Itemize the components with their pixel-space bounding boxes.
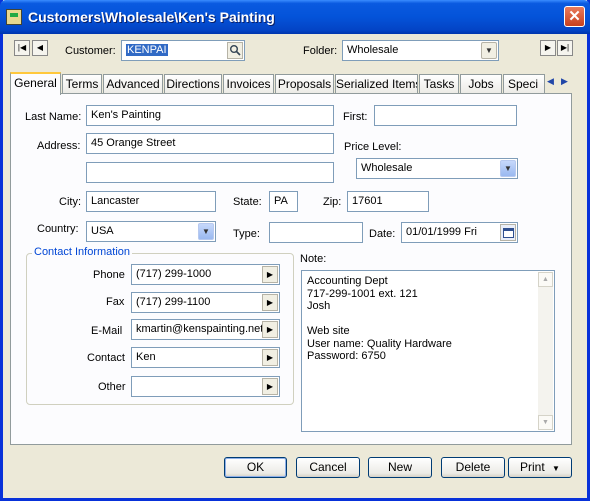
- price-level-value: Wholesale: [361, 162, 413, 174]
- tab-general[interactable]: General: [10, 72, 61, 95]
- country-value: USA: [91, 225, 114, 237]
- phone-field[interactable]: (717) 299-1000 ▶: [131, 264, 280, 285]
- tab-scroll-right-icon[interactable]: ▶: [558, 74, 571, 88]
- type-label: Type:: [233, 228, 260, 240]
- close-button[interactable]: ✕: [564, 6, 585, 27]
- delete-button[interactable]: Delete: [441, 457, 505, 478]
- chevron-down-icon: ▼: [552, 464, 560, 473]
- customer-field[interactable]: KENPAI: [121, 40, 245, 61]
- note-line: Password: 6750: [307, 350, 386, 362]
- customer-label: Customer:: [65, 45, 116, 57]
- tab-jobs[interactable]: Jobs: [460, 74, 502, 93]
- tab-strip: General Terms Advanced Directions Invoic…: [10, 72, 572, 95]
- note-textarea[interactable]: Accounting Dept 717-299-1001 ext. 121 Jo…: [301, 270, 555, 432]
- first-name-field[interactable]: [374, 105, 517, 126]
- other-field[interactable]: ▶: [131, 376, 280, 397]
- contact-field[interactable]: Ken ▶: [131, 347, 280, 368]
- city-label: City:: [59, 196, 81, 208]
- other-label: Other: [98, 381, 126, 393]
- note-label: Note:: [300, 253, 327, 265]
- city-field[interactable]: Lancaster: [86, 191, 216, 212]
- zip-label: Zip:: [323, 196, 342, 208]
- chevron-down-icon[interactable]: ▼: [198, 223, 214, 240]
- calendar-icon[interactable]: [500, 224, 516, 241]
- address-line2-field[interactable]: [86, 162, 334, 183]
- chevron-down-icon[interactable]: ▼: [481, 42, 497, 59]
- print-label: Print: [520, 460, 545, 474]
- nav-next-button[interactable]: ▶: [540, 40, 556, 56]
- address-line1-field[interactable]: 45 Orange Street: [86, 133, 334, 154]
- nav-last-button[interactable]: ▶|: [557, 40, 573, 56]
- tab-directions[interactable]: Directions: [164, 74, 222, 93]
- email-value: kmartin@kenspainting.net: [136, 323, 264, 335]
- folder-value: Wholesale: [347, 44, 399, 56]
- title-bar[interactable]: Customers\Wholesale\Ken's Painting ✕: [0, 0, 590, 34]
- tab-invoices[interactable]: Invoices: [223, 74, 274, 93]
- contact-information-title: Contact Information: [32, 246, 132, 258]
- triangle-right-icon[interactable]: ▶: [262, 378, 278, 395]
- date-value: 01/01/1999 Fri: [406, 226, 477, 238]
- phone-value: (717) 299-1000: [136, 268, 212, 280]
- last-name-field[interactable]: Ken's Painting: [86, 105, 334, 126]
- new-button[interactable]: New: [368, 457, 432, 478]
- tab-serialized-items[interactable]: Serialized Items: [335, 74, 418, 93]
- price-level-label: Price Level:: [344, 141, 402, 153]
- print-button[interactable]: Print ▼: [508, 457, 572, 478]
- note-line: Web site: [307, 325, 350, 337]
- folder-select[interactable]: Wholesale ▼: [342, 40, 499, 61]
- note-line: Accounting Dept: [307, 275, 388, 287]
- chevron-down-icon[interactable]: ▼: [500, 160, 516, 177]
- state-field[interactable]: PA: [269, 191, 298, 212]
- phone-label: Phone: [93, 269, 125, 281]
- price-level-select[interactable]: Wholesale ▼: [356, 158, 518, 179]
- tab-tasks[interactable]: Tasks: [419, 74, 459, 93]
- first-name-label: First:: [343, 111, 368, 123]
- scroll-up-icon[interactable]: ▲: [538, 272, 553, 287]
- nav-first-button[interactable]: |◀: [14, 40, 30, 56]
- date-field[interactable]: 01/01/1999 Fri: [401, 222, 518, 243]
- nav-prev-button[interactable]: ◀: [32, 40, 48, 56]
- search-icon[interactable]: [227, 42, 243, 59]
- cancel-button[interactable]: Cancel: [296, 457, 360, 478]
- email-field[interactable]: kmartin@kenspainting.net ▶: [131, 319, 280, 340]
- contact-label: Contact: [87, 352, 125, 364]
- contact-value: Ken: [136, 351, 156, 363]
- scroll-down-icon[interactable]: ▼: [538, 415, 553, 430]
- tab-terms[interactable]: Terms: [62, 74, 102, 93]
- tab-proposals[interactable]: Proposals: [275, 74, 334, 93]
- note-line: Josh: [307, 300, 331, 312]
- fax-label: Fax: [106, 296, 125, 308]
- tab-scroll-left-icon[interactable]: ◀: [544, 74, 557, 88]
- app-icon: [6, 9, 22, 25]
- note-line: 717-299-1001 ext. 121: [307, 287, 418, 300]
- customer-value: KENPAI: [126, 44, 168, 56]
- triangle-right-icon[interactable]: ▶: [262, 294, 278, 311]
- zip-field[interactable]: 17601: [347, 191, 429, 212]
- type-field[interactable]: [269, 222, 363, 243]
- tab-special[interactable]: Speci: [503, 74, 545, 93]
- tab-advanced[interactable]: Advanced: [103, 74, 163, 93]
- window-title: Customers\Wholesale\Ken's Painting: [28, 9, 275, 25]
- date-label: Date:: [369, 228, 396, 240]
- triangle-right-icon[interactable]: ▶: [262, 349, 278, 366]
- folder-label: Folder:: [303, 45, 338, 57]
- email-label: E-Mail: [91, 325, 123, 337]
- note-line: User name: Quality Hardware: [307, 337, 452, 350]
- fax-value: (717) 299-1100: [136, 296, 211, 308]
- last-name-label: Last Name:: [25, 111, 82, 123]
- triangle-right-icon[interactable]: ▶: [262, 321, 278, 338]
- note-scrollbar[interactable]: ▲ ▼: [538, 272, 553, 430]
- note-line: [307, 313, 549, 326]
- ok-button[interactable]: OK: [224, 457, 287, 478]
- triangle-right-icon[interactable]: ▶: [262, 266, 278, 283]
- address-label: Address:: [37, 140, 81, 152]
- fax-field[interactable]: (717) 299-1100 ▶: [131, 292, 280, 313]
- country-label: Country:: [37, 223, 79, 235]
- country-select[interactable]: USA ▼: [86, 221, 216, 242]
- state-label: State:: [233, 196, 262, 208]
